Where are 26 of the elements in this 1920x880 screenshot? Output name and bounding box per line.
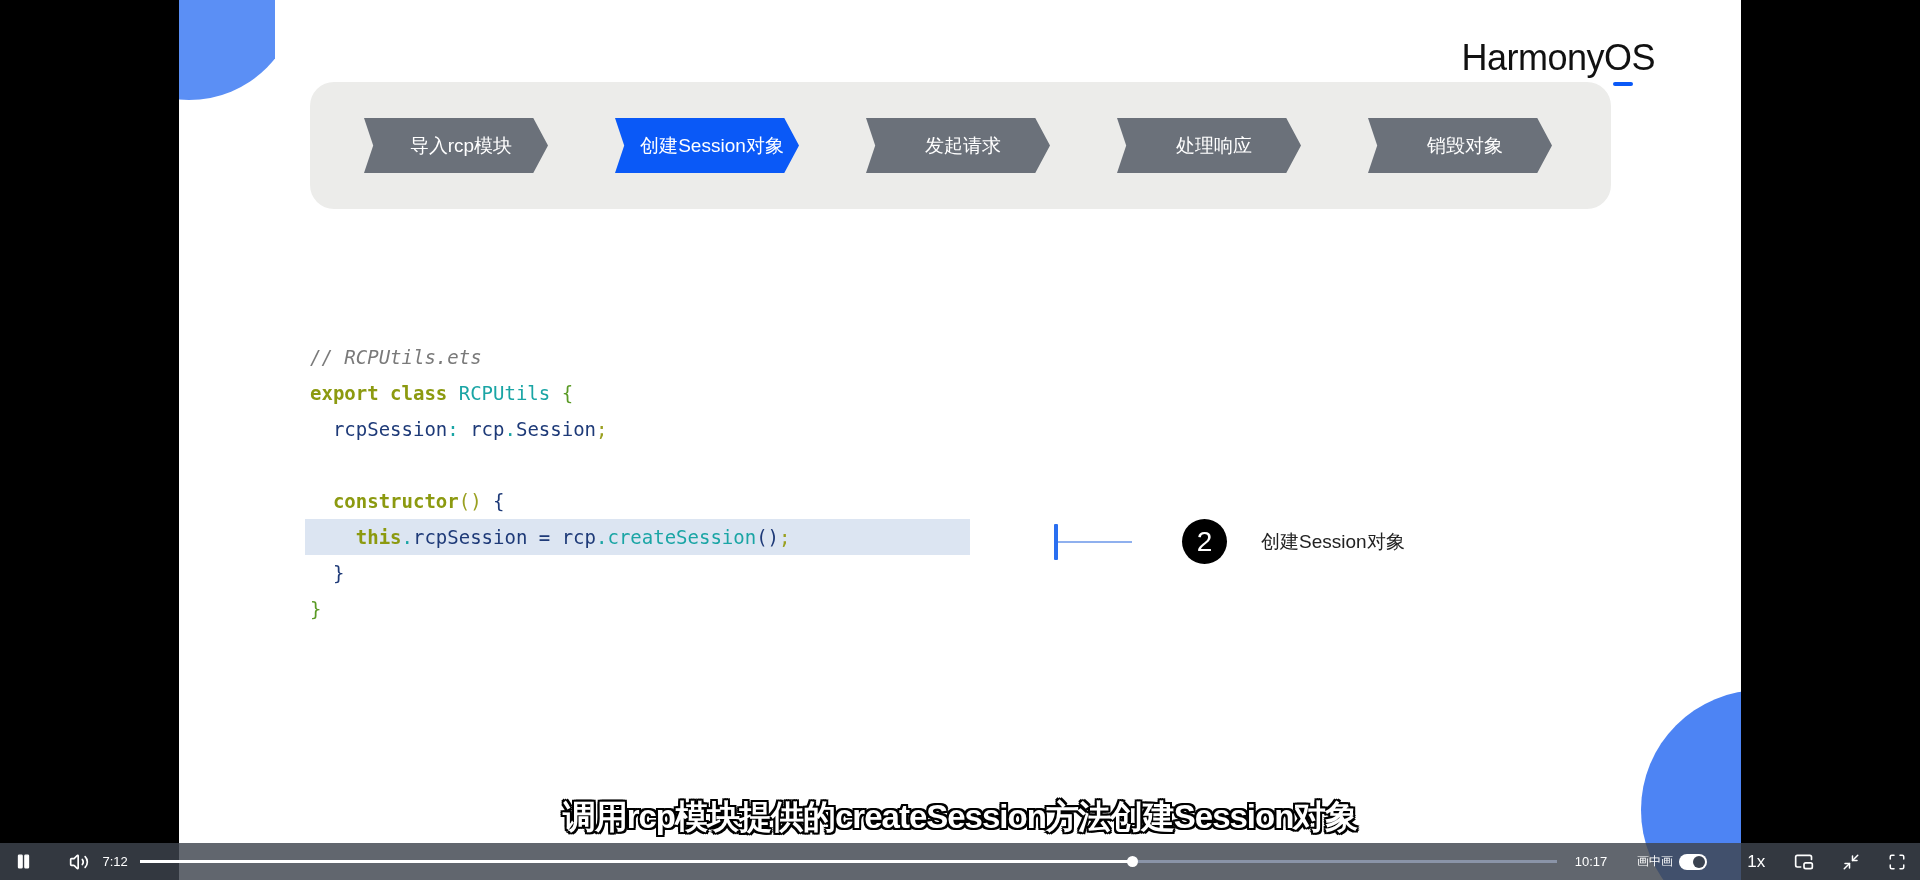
pip-label: 画中画 bbox=[1637, 853, 1674, 870]
code-line: } bbox=[331, 562, 345, 584]
logo-underline bbox=[1613, 82, 1633, 86]
code-line: // RCPUtils.ets bbox=[310, 346, 482, 368]
progress-thumb[interactable] bbox=[1126, 856, 1138, 867]
step-chevron[interactable]: 发起请求 bbox=[866, 118, 1050, 173]
code-line: } bbox=[310, 598, 322, 620]
code-line: constructor() { bbox=[331, 490, 505, 512]
exit-fullscreen-icon bbox=[1841, 852, 1860, 871]
speaker-icon bbox=[69, 851, 90, 872]
subtitle: 调用rcp模块提供的createSession方法创建Session对象 bbox=[562, 796, 1358, 839]
step-chevron[interactable]: 处理响应 bbox=[1117, 118, 1301, 173]
step-chevron[interactable]: 创建Session对象 bbox=[615, 118, 799, 173]
pip-toggle[interactable] bbox=[1679, 853, 1708, 870]
speed-button[interactable]: 1x bbox=[1747, 851, 1766, 872]
code-line: rcpSession: rcp.Session; bbox=[331, 418, 608, 440]
fullscreen-icon bbox=[1887, 852, 1906, 871]
code-line: this.rcpSession = rcp.createSession(); bbox=[354, 526, 791, 548]
step-chevron[interactable]: 销毁对象 bbox=[1368, 118, 1552, 173]
code-line: export class RCPUtils { bbox=[310, 382, 574, 404]
step-number: 2 bbox=[1182, 519, 1227, 564]
logo-text: HarmonyOS bbox=[1461, 38, 1655, 82]
step-chevron[interactable]: 导入rcp模块 bbox=[364, 118, 548, 173]
duration: 10:17 bbox=[1574, 854, 1608, 869]
current-time: 7:12 bbox=[102, 854, 128, 869]
callout-label: 创建Session对象 bbox=[1261, 529, 1405, 554]
